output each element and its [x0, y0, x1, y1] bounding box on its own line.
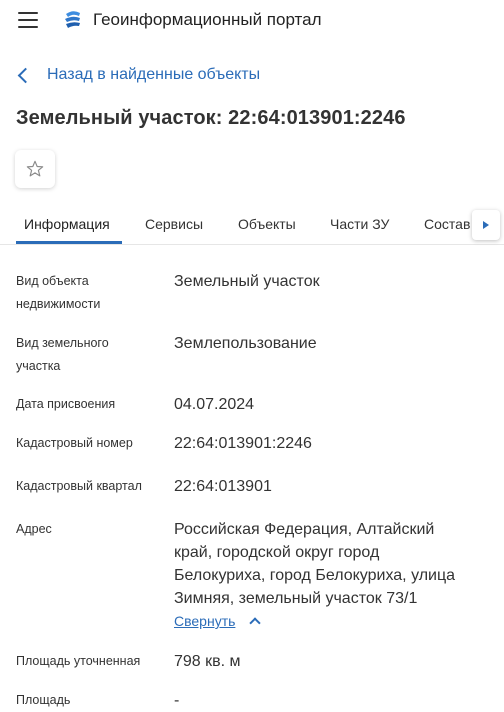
property-value: Землепользование — [174, 335, 317, 352]
tab-composition[interactable]: Состав — [424, 216, 470, 232]
tab-land-parts[interactable]: Части ЗУ — [330, 216, 389, 232]
portal-logo-icon — [65, 11, 80, 28]
back-link-label: Назад в найденные объекты — [47, 66, 261, 83]
app-header: Геоинформационный портал — [0, 0, 504, 40]
property-label: Вид объекта недвижимости — [16, 274, 101, 311]
collapse-address-link[interactable]: Свернуть — [174, 613, 262, 629]
tabs-scroll-right-button[interactable] — [472, 210, 500, 240]
menu-icon[interactable] — [18, 12, 38, 28]
chevron-up-icon — [249, 617, 262, 629]
tab-bar: Информация Сервисы Объекты Части ЗУ Сост… — [0, 204, 504, 245]
tab-objects[interactable]: Объекты — [238, 216, 296, 232]
property-value: 04.07.2024 — [174, 396, 255, 413]
app-title: Геоинформационный портал — [93, 10, 322, 29]
property-value: - — [174, 692, 180, 709]
chevron-left-icon — [17, 67, 34, 84]
property-label: Вид земельного участка — [16, 336, 109, 373]
property-label: Площадь уточненная — [16, 654, 141, 668]
arrow-right-icon — [483, 221, 489, 229]
back-link[interactable]: Назад в найденные объекты — [17, 66, 261, 84]
collapse-address-label: Свернуть — [174, 613, 236, 629]
tab-information[interactable]: Информация — [24, 216, 110, 232]
property-value: 22:64:013901:2246 — [174, 435, 312, 452]
star-icon — [26, 160, 44, 177]
favorite-button[interactable] — [15, 150, 55, 188]
property-label: Адрес — [16, 522, 52, 536]
property-label: Дата присвоения — [16, 397, 116, 411]
property-value: Земельный участок — [174, 273, 320, 290]
active-tab-indicator — [16, 241, 122, 244]
address-value: Российская Федерация, Алтайский край, го… — [174, 521, 456, 607]
property-label: Площадь — [16, 693, 71, 707]
property-value: 22:64:013901 — [174, 478, 272, 495]
page-title: Земельный участок: 22:64:013901:2246 — [16, 107, 406, 129]
property-label: Кадастровый квартал — [16, 479, 142, 493]
tab-services[interactable]: Сервисы — [145, 216, 203, 232]
property-value: 798 кв. м — [174, 653, 241, 670]
property-label: Кадастровый номер — [16, 436, 133, 450]
